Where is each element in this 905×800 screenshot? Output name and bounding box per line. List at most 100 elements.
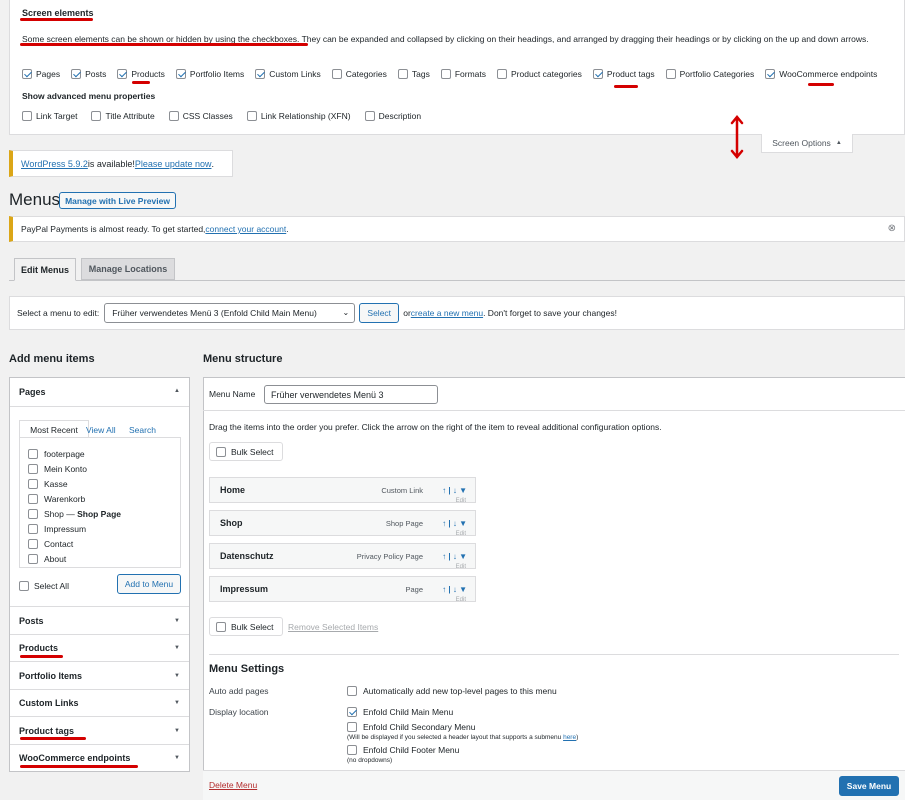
menu-item-impressum[interactable]: Impressum Page ↑ | ↓ ▼ Edit [209, 576, 476, 603]
live-preview-button[interactable]: Manage with Live Preview [59, 192, 176, 209]
page-checkbox[interactable] [28, 448, 38, 459]
caret-down-icon[interactable]: ▼ [174, 673, 180, 679]
section-posts[interactable]: Posts ▼ [10, 606, 189, 634]
checkbox[interactable] [440, 69, 451, 79]
bulk-select-checkbox[interactable] [216, 446, 226, 457]
checkbox[interactable] [765, 69, 776, 79]
page-item[interactable]: Mein Konto [28, 461, 180, 476]
add-to-menu-button[interactable]: Add to Menu [117, 574, 181, 594]
location-row[interactable]: Enfold Child Secondary Menu [347, 721, 578, 733]
screen-option-product-categories[interactable]: Product categories [497, 69, 582, 79]
menu-item-shop[interactable]: Shop Shop Page ↑ | ↓ ▼ Edit [209, 510, 476, 537]
page-checkbox[interactable] [28, 478, 38, 489]
select-all-row[interactable]: Select All [19, 581, 69, 591]
advanced-option-description[interactable]: Description [364, 111, 421, 121]
bulk-select-top[interactable]: Bulk Select [209, 442, 283, 461]
page-item[interactable]: Kasse [28, 476, 180, 491]
checkbox[interactable] [91, 111, 102, 121]
tab-manage-locations[interactable]: Manage Locations [81, 258, 175, 280]
remove-selected-link[interactable]: Remove Selected Items [288, 622, 378, 632]
advanced-option-css-classes[interactable]: CSS Classes [168, 111, 233, 121]
screen-option-product-tags[interactable]: Product tags [592, 69, 655, 79]
delete-menu-link[interactable]: Delete Menu [209, 780, 257, 790]
checkbox[interactable] [117, 69, 128, 79]
tab-view-all[interactable]: View All [86, 425, 116, 435]
screen-option-formats[interactable]: Formats [440, 69, 486, 79]
tab-most-recent[interactable]: Most Recent [19, 420, 89, 438]
location-checkbox[interactable] [347, 745, 357, 755]
caret-down-icon[interactable]: ▼ [174, 700, 180, 706]
caret-down-icon[interactable]: ▼ [174, 728, 180, 734]
checkbox[interactable] [22, 111, 32, 121]
checkbox[interactable] [592, 69, 603, 79]
save-menu-button[interactable]: Save Menu [839, 776, 899, 796]
connect-account-link[interactable]: connect your account [205, 224, 286, 234]
location-checkbox[interactable] [347, 707, 357, 717]
screen-option-portfolio-categories[interactable]: Portfolio Categories [665, 69, 754, 79]
location-row[interactable]: Enfold Child Main Menu [347, 706, 578, 718]
page-checkbox[interactable] [28, 463, 38, 474]
auto-add-option[interactable]: Automatically add new top-level pages to… [347, 686, 557, 696]
checkbox[interactable] [665, 69, 676, 79]
menu-name-input[interactable]: Früher verwendetes Menü 3 [264, 385, 438, 404]
tab-edit-menus[interactable]: Edit Menus [14, 258, 76, 281]
screen-option-products[interactable]: Products [117, 69, 165, 79]
page-item[interactable]: About [28, 551, 180, 566]
checkbox[interactable] [497, 69, 507, 79]
screen-option-portfolio-items[interactable]: Portfolio Items [175, 69, 244, 79]
dismiss-icon[interactable]: ⊗ [888, 223, 896, 234]
page-checkbox[interactable] [28, 553, 38, 564]
checkbox[interactable] [397, 69, 408, 79]
screen-option-categories[interactable]: Categories [331, 69, 387, 79]
page-checkbox[interactable] [28, 493, 38, 504]
screen-option-posts[interactable]: Posts [71, 69, 106, 79]
checkbox[interactable] [168, 111, 179, 121]
screen-option-woocommerce-endpoints[interactable]: WooCommerce endpoints [765, 69, 877, 79]
location-note-link[interactable]: here [563, 734, 576, 741]
wordpress-version-link[interactable]: WordPress 5.9.2 [21, 159, 88, 169]
page-item[interactable]: Warenkorb [28, 491, 180, 506]
checkbox[interactable] [71, 69, 82, 79]
checkbox[interactable] [22, 69, 32, 79]
section-custom-links[interactable]: Custom Links ▼ [10, 688, 189, 717]
page-item[interactable]: Impressum [28, 521, 180, 536]
checkbox[interactable] [331, 69, 342, 79]
caret-down-icon[interactable]: ▼ [174, 645, 180, 651]
create-new-menu-link[interactable]: create a new menu [411, 308, 483, 318]
page-checkbox[interactable] [28, 538, 38, 549]
page-checkbox[interactable] [28, 508, 38, 519]
menu-item-home[interactable]: Home Custom Link ↑ | ↓ ▼ Edit [209, 477, 476, 504]
menu-select-dropdown[interactable]: Früher verwendetes Menü 3 (Enfold Child … [104, 303, 356, 323]
page-item[interactable]: Shop — Shop Page [28, 506, 180, 521]
advanced-option-title-attribute[interactable]: Title Attribute [91, 111, 155, 121]
screen-option-pages[interactable]: Pages [22, 69, 60, 79]
bulk-select-bottom[interactable]: Bulk Select [209, 617, 283, 636]
reorder-arrows-icon[interactable]: ↑ | ↓ ▼ [442, 519, 467, 528]
pages-section-title[interactable]: Pages [19, 387, 46, 397]
menu-item-datenschutz[interactable]: Datenschutz Privacy Policy Page ↑ | ↓ ▼ Edi… [209, 543, 476, 570]
update-now-link[interactable]: Please update now [135, 159, 212, 169]
select-menu-button[interactable]: Select [359, 303, 400, 323]
bulk-select-checkbox[interactable] [216, 621, 226, 632]
select-all-checkbox[interactable] [19, 581, 29, 591]
page-item[interactable]: footerpage [28, 446, 180, 461]
caret-down-icon[interactable]: ▼ [174, 755, 180, 761]
location-checkbox[interactable] [347, 722, 357, 732]
advanced-option-link-relationship-xfn[interactable]: Link Relationship (XFN) [246, 111, 351, 121]
checkbox[interactable] [364, 111, 375, 121]
advanced-option-link-target[interactable]: Link Target [22, 111, 77, 121]
screen-option-tags[interactable]: Tags [397, 69, 430, 79]
screen-options-toggle[interactable]: Screen Options ▲ [761, 134, 853, 153]
reorder-arrows-icon[interactable]: ↑ | ↓ ▼ [442, 486, 467, 495]
caret-down-icon[interactable]: ▼ [174, 618, 180, 624]
page-item[interactable]: Contact [28, 536, 180, 551]
tab-search[interactable]: Search [129, 425, 156, 435]
checkbox[interactable] [246, 111, 257, 121]
page-checkbox[interactable] [28, 523, 38, 534]
reorder-arrows-icon[interactable]: ↑ | ↓ ▼ [442, 585, 467, 594]
location-row[interactable]: Enfold Child Footer Menu [347, 744, 578, 756]
screen-option-custom-links[interactable]: Custom Links [255, 69, 321, 79]
auto-add-checkbox[interactable] [347, 686, 357, 696]
checkbox[interactable] [175, 69, 186, 79]
checkbox[interactable] [255, 69, 266, 79]
